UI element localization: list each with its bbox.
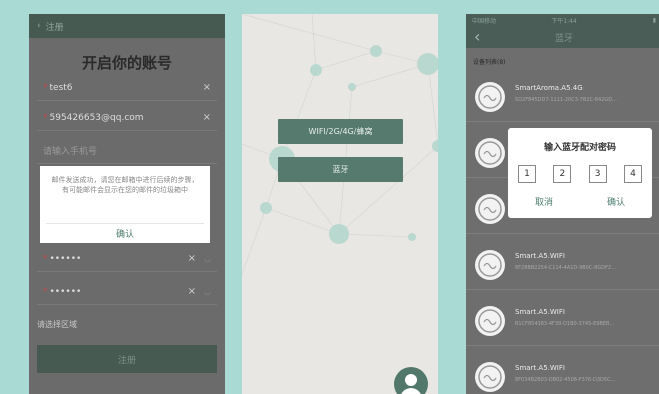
bluetooth-button[interactable]: 蓝牙	[278, 157, 403, 182]
navbar-title: 注册	[45, 22, 64, 33]
region-select[interactable]: 请选择区域	[37, 319, 77, 330]
pin-dialog-title: 输入蓝牙配对密码	[543, 143, 616, 153]
register-button[interactable]: 注册	[37, 345, 217, 373]
device-name: SmartAroma.A5.4G	[515, 84, 583, 92]
device-logo-icon	[475, 194, 505, 224]
register-screen: ‹ 注册 开启你的账号 * test6 × * 595426653@qq.com…	[29, 14, 225, 394]
pin-inputs: 1 2 3 4	[508, 165, 652, 183]
device-name: Smart.A5.WIFI	[515, 252, 565, 260]
dialog-message: 邮件发送成功，请您在邮箱中进行后续的步骤，有可能邮件会显示在您的邮件的垃圾箱中	[51, 176, 199, 194]
device-uuid: B1CF854383-4F38-D1B0-3745-E9BEB...	[515, 321, 615, 327]
device-uuid: 8F034B2B03-DB02-4508-F376-D3D5C...	[515, 377, 616, 383]
device-list-header: 设备列表(8)	[473, 59, 506, 66]
phone-field[interactable]: 请输入手机号	[37, 138, 217, 164]
navbar: ‹ 注册	[29, 14, 225, 38]
clear-icon[interactable]: ×	[188, 286, 196, 297]
wifi-cellular-button[interactable]: WIFI/2G/4G/蜂窝	[278, 119, 403, 144]
device-row[interactable]: Smart.A5.WIFI 6F28BB2254-C114-4A1D-9B0C-8…	[466, 240, 659, 290]
pin-digit-input[interactable]: 4	[623, 165, 642, 183]
device-uuid: 5D2F845DD7-1111-20C3-7B2C-842GD...	[515, 97, 617, 103]
device-row[interactable]: Smart.A5.WIFI 8F034B2B03-DB02-4508-F376-D…	[466, 352, 659, 394]
pin-digit-input[interactable]: 1	[518, 165, 536, 183]
navbar-title: 蓝牙	[554, 33, 573, 44]
pin-digit-input[interactable]: 3	[588, 165, 607, 183]
device-row[interactable]: SmartAroma.A5.4G 5D2F845DD7-1111-20C3-7B2…	[466, 72, 659, 122]
network-background	[242, 14, 438, 275]
back-icon[interactable]: ‹	[474, 27, 480, 46]
device-logo-icon	[475, 82, 505, 112]
clear-icon[interactable]: ×	[188, 253, 196, 264]
bluetooth-screen: 中国移动 下午1:44 ▮ ‹ 蓝牙 设备列表(8) SmartAroma.A5…	[466, 14, 659, 394]
device-uuid: 6F28BB2254-C114-4A1D-9B0C-8GDF2...	[515, 265, 616, 271]
device-logo-icon	[475, 362, 505, 392]
device-logo-icon	[475, 306, 505, 336]
device-name: Smart.A5.WIFI	[515, 308, 565, 316]
navbar: ‹ 蓝牙	[466, 26, 659, 48]
back-icon[interactable]: ‹	[37, 21, 41, 31]
page-title: 开启你的账号	[81, 54, 172, 72]
eye-icon[interactable]: ◡	[204, 254, 211, 263]
username-field[interactable]: * test6 ×	[37, 75, 217, 101]
divider	[46, 223, 204, 224]
dialog-confirm-button[interactable]: 确认	[40, 227, 210, 240]
device-logo-icon	[475, 138, 505, 168]
eye-icon[interactable]: ◡	[204, 287, 211, 296]
pin-confirm-button[interactable]: 确认	[607, 195, 625, 208]
password-field[interactable]: * •••••• × ◡	[37, 246, 217, 272]
connection-screen: WIFI/2G/4G/蜂窝 蓝牙	[242, 14, 438, 394]
pin-cancel-button[interactable]: 取消	[535, 195, 553, 208]
email-sent-dialog: 邮件发送成功，请您在邮箱中进行后续的步骤，有可能邮件会显示在您的邮件的垃圾箱中 …	[40, 166, 210, 243]
email-field[interactable]: * 595426653@qq.com ×	[37, 105, 217, 131]
device-row[interactable]: Smart.A5.WIFI B1CF854383-4F38-D1B0-3745-E…	[466, 296, 659, 346]
device-name: Smart.A5.WIFI	[515, 364, 565, 372]
pin-dialog: 输入蓝牙配对密码 1 2 3 4 取消 确认	[508, 128, 652, 218]
confirm-password-field[interactable]: * •••••• × ◡	[37, 279, 217, 305]
clear-icon[interactable]: ×	[203, 112, 211, 123]
device-logo-icon	[475, 250, 505, 280]
user-avatar-icon[interactable]	[394, 367, 428, 394]
status-bar: 中国移动 下午1:44 ▮	[466, 14, 659, 26]
status-time: 下午1:44	[551, 17, 577, 25]
pin-digit-input[interactable]: 2	[553, 165, 572, 183]
clear-icon[interactable]: ×	[203, 82, 211, 93]
